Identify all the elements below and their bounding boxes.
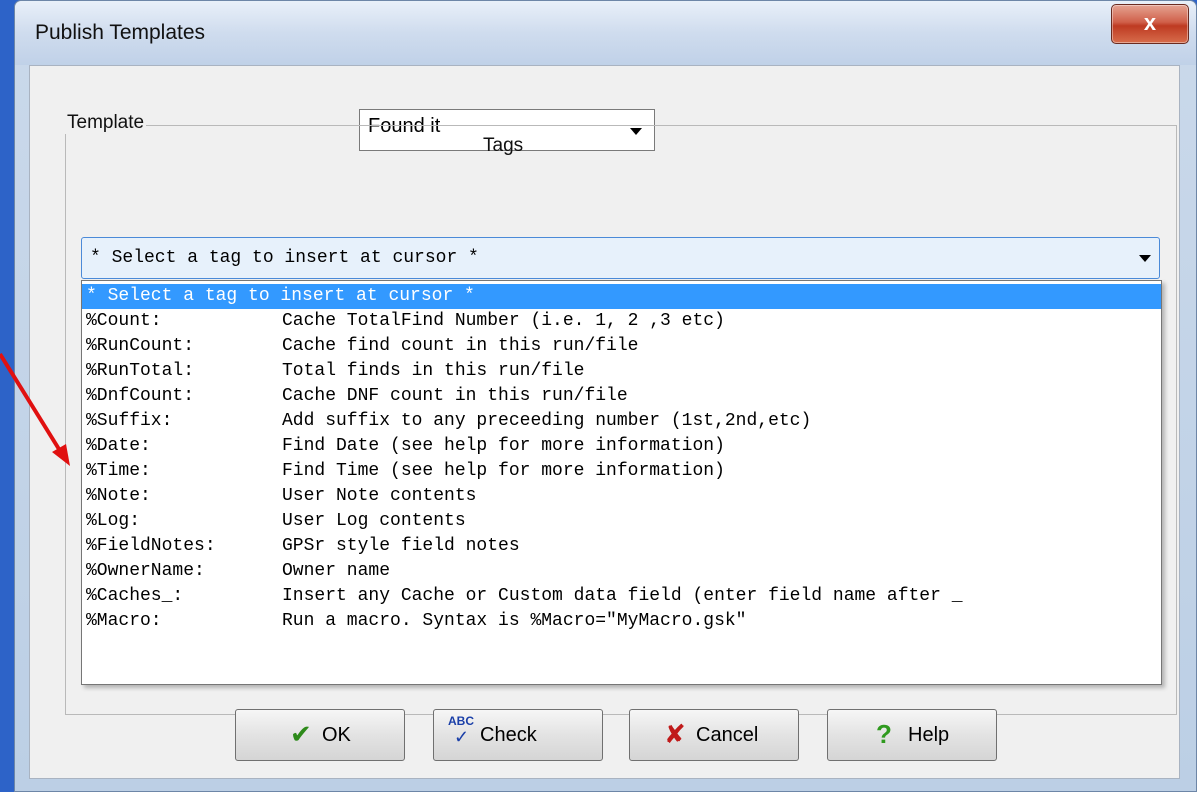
annotation-arrowhead: [52, 444, 70, 466]
annotation-arrow: [0, 352, 70, 466]
annotation-arrow-line: [0, 352, 64, 456]
